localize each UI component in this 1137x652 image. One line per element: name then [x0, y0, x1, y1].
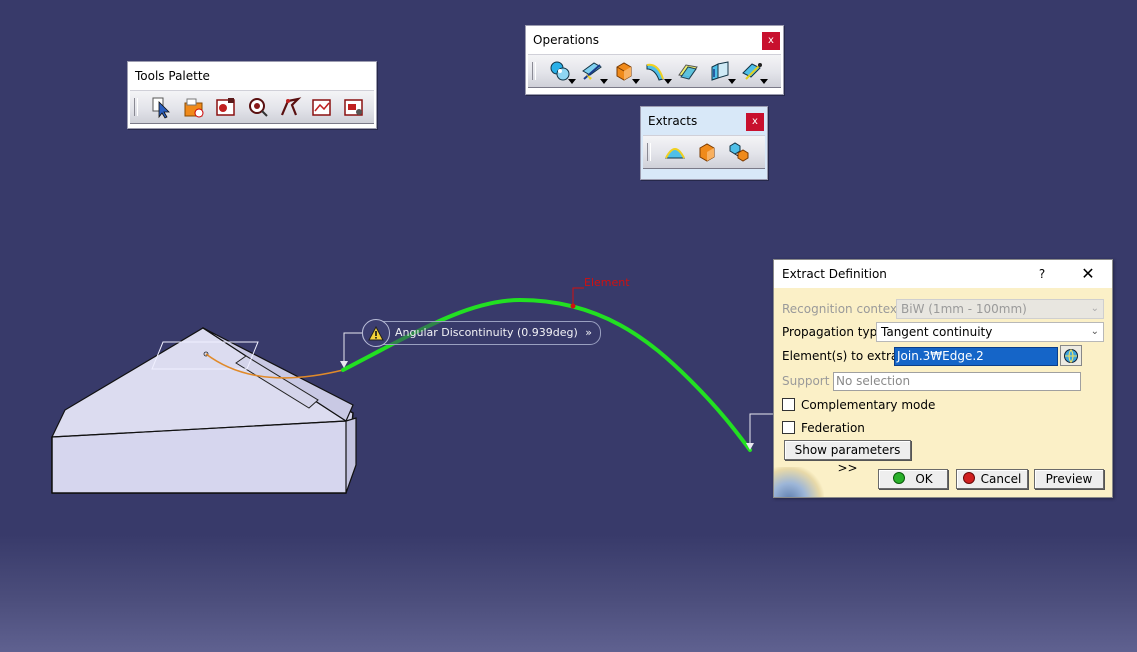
federation-label: Federation: [801, 421, 865, 435]
multiple-extract-icon[interactable]: [723, 138, 755, 166]
part-solid[interactable]: [51, 327, 357, 494]
preview-button[interactable]: Preview: [1034, 469, 1104, 489]
toolbar-strip: [643, 135, 765, 169]
cancel-button[interactable]: Cancel: [956, 469, 1028, 489]
toolbar-grip[interactable]: [532, 62, 536, 80]
recognition-context-select[interactable]: BiW (1mm - 100mm) ⌄: [896, 299, 1104, 319]
record-icon[interactable]: [210, 93, 242, 121]
extract-definition-dialog[interactable]: Extract Definition ? ✕ Recognition conte…: [773, 259, 1113, 498]
support-row: Support :: [782, 371, 837, 391]
cancel-label: Cancel: [980, 472, 1022, 486]
fillet-icon[interactable]: [640, 57, 672, 85]
dialog-decoration: [774, 467, 824, 497]
elements-row: Element(s) to extract: [782, 346, 910, 366]
ok-icon: [893, 472, 906, 484]
complementary-mode-checkbox[interactable]: Complementary mode: [782, 395, 935, 415]
elements-to-extract-field[interactable]: Join.3₩Edge.2: [894, 347, 1058, 366]
close-icon[interactable]: x: [762, 32, 780, 50]
ok-label: OK: [915, 472, 933, 486]
select-icon[interactable]: [146, 93, 178, 121]
edit-icon[interactable]: [338, 93, 370, 121]
tools-palette-toolbar[interactable]: Tools Palette: [127, 61, 377, 129]
propagation-type-value: Tangent continuity: [881, 325, 993, 339]
element-list-button[interactable]: [1060, 345, 1082, 366]
extracts-toolbar[interactable]: Extracts x: [640, 106, 768, 180]
translate-icon[interactable]: [672, 57, 704, 85]
support-label: Support :: [782, 374, 838, 388]
close-button[interactable]: ✕: [1078, 260, 1098, 288]
operations-toolbar[interactable]: Operations x: [525, 25, 784, 95]
element-label: Element: [584, 276, 630, 289]
toolbar-title: Tools Palette: [135, 69, 210, 83]
dialog-titlebar[interactable]: Extract Definition ? ✕: [774, 260, 1112, 288]
toolbar-grip[interactable]: [134, 98, 138, 116]
complementary-mode-label: Complementary mode: [801, 398, 936, 412]
propagation-type-label: Propagation type:: [782, 325, 889, 339]
open-file-icon[interactable]: [178, 93, 210, 121]
extract-icon[interactable]: [608, 57, 640, 85]
measure-icon[interactable]: [274, 93, 306, 121]
element-point: [570, 303, 576, 309]
dialog-title: Extract Definition: [782, 267, 887, 281]
complementary-mode-check[interactable]: [782, 398, 795, 411]
chevron-down-icon: ⌄: [1090, 326, 1099, 337]
toolbar-title: Extracts x: [641, 107, 767, 135]
extrapolate-icon[interactable]: [704, 57, 736, 85]
pattern-icon[interactable]: [736, 57, 768, 85]
elements-to-extract-label: Element(s) to extract: [782, 349, 910, 363]
chevron-down-icon: ⌄: [1090, 303, 1099, 314]
split-icon[interactable]: [576, 57, 608, 85]
recognition-context-row: Recognition context:: [782, 299, 906, 319]
recognition-context-label: Recognition context:: [782, 302, 906, 316]
warning-icon: [362, 319, 390, 347]
cancel-icon: [962, 472, 975, 484]
toolbar-title-text: Operations: [533, 33, 599, 47]
ok-button[interactable]: OK: [878, 469, 948, 489]
toolbar-title-text: Extracts: [648, 114, 698, 128]
federation-checkbox[interactable]: Federation: [782, 418, 865, 438]
element-leader: [572, 287, 584, 306]
federation-check[interactable]: [782, 421, 795, 434]
help-button[interactable]: ?: [1032, 260, 1052, 288]
angular-discontinuity-annotation[interactable]: Angular Discontinuity (0.939deg) »: [362, 319, 602, 347]
inspect-icon[interactable]: [242, 93, 274, 121]
toolbar-grip[interactable]: [647, 143, 651, 161]
dialog-leader: [749, 413, 773, 447]
propagation-row: Propagation type:: [782, 322, 889, 342]
expand-chevron-icon[interactable]: »: [585, 326, 592, 339]
globe-list-icon: [1064, 348, 1078, 363]
toolbar-strip: [130, 90, 374, 124]
annotation-text: Angular Discontinuity (0.939deg): [395, 326, 578, 339]
close-icon[interactable]: x: [746, 113, 764, 131]
join-icon[interactable]: [544, 57, 576, 85]
extract-icon[interactable]: [691, 138, 723, 166]
boundary-icon[interactable]: [659, 138, 691, 166]
support-field[interactable]: No selection: [833, 372, 1081, 391]
toolbar-title: Operations x: [526, 26, 783, 54]
toolbar-strip: [528, 54, 781, 88]
analysis-icon[interactable]: [306, 93, 338, 121]
propagation-type-select[interactable]: Tangent continuity ⌄: [876, 322, 1104, 342]
show-parameters-button[interactable]: Show parameters >>: [784, 440, 911, 475]
recognition-context-value: BiW (1mm - 100mm): [901, 302, 1027, 316]
